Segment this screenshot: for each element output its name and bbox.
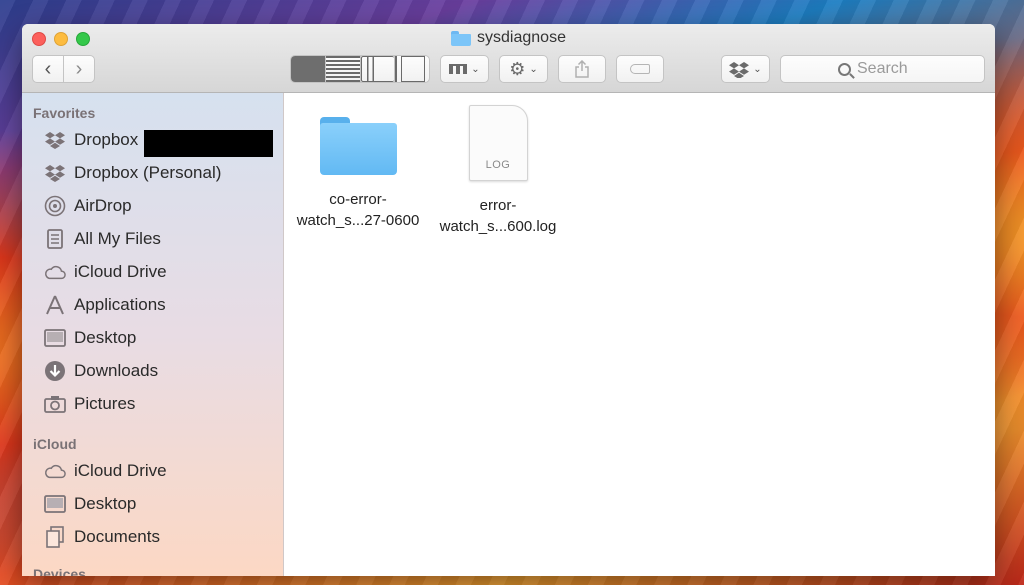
sidebar-item-label: Downloads [74, 361, 159, 380]
sidebar-item-pictures[interactable]: Pictures [44, 390, 135, 418]
folder-icon [319, 115, 397, 175]
sidebar-item-dropbox[interactable]: Dropbox [44, 126, 138, 154]
icon-view-icon [291, 56, 325, 82]
view-mode-segmented-control [290, 55, 430, 83]
coverflow-view-button[interactable] [395, 56, 429, 82]
sidebar-item-icloud-desktop[interactable]: Desktop [44, 490, 136, 518]
sidebar-item-label: AirDrop [74, 196, 132, 215]
dropbox-button[interactable]: ⌄ [721, 55, 770, 83]
icloud-header: iCloud [33, 436, 77, 452]
cloud-icon [44, 261, 66, 283]
favorites-header: Favorites [33, 105, 96, 121]
back-button[interactable]: ‹ [33, 56, 64, 82]
action-button[interactable]: ⚙ ⌄ [499, 55, 548, 83]
sidebar-item-label: Dropbox (Personal) [74, 163, 222, 182]
file-name-line2: watch_s...600.log [439, 218, 557, 235]
log-file-icon: LOG [468, 105, 528, 181]
sidebar-item-all-my-files[interactable]: All My Files [44, 225, 161, 253]
file-item-folder[interactable]: co-error- watch_s...27-0600 [288, 115, 428, 231]
forward-button[interactable]: › [64, 56, 94, 82]
share-button[interactable] [558, 55, 606, 83]
share-icon [575, 60, 589, 78]
arrange-button[interactable]: ⌄ [440, 55, 489, 83]
applications-icon [44, 294, 66, 316]
documents-icon [44, 526, 66, 548]
coverflow-view-icon [395, 56, 429, 82]
sidebar-item-label: Documents [74, 527, 160, 546]
all-files-icon [44, 228, 66, 250]
file-name-line1: co-error- [329, 191, 387, 208]
list-view-button[interactable] [325, 56, 361, 82]
icon-view-button[interactable] [291, 56, 326, 82]
search-input[interactable] [857, 60, 927, 78]
sidebar-item-icloud-drive-2[interactable]: iCloud Drive [44, 457, 167, 485]
airdrop-icon [44, 195, 66, 217]
sidebar-item-label: Dropbox [74, 130, 139, 149]
chevron-down-icon: ⌄ [471, 63, 480, 75]
arrange-icon [449, 64, 468, 74]
list-view-icon [325, 56, 360, 82]
log-badge: LOG [485, 159, 511, 171]
sidebar-item-label: Desktop [74, 328, 137, 347]
search-field[interactable] [780, 55, 985, 83]
desktop-icon [44, 327, 66, 349]
finder-window: sysdiagnose ‹ › ⌄ ⚙ ⌄ ⌄ Search Favorites… [22, 24, 995, 576]
window-title-text: sysdiagnose [477, 29, 566, 46]
cloud-icon [44, 460, 66, 482]
dropbox-icon [729, 61, 750, 78]
sidebar-item-desktop[interactable]: Desktop [44, 324, 136, 352]
titlebar: sysdiagnose ‹ › ⌄ ⚙ ⌄ ⌄ Search [22, 24, 995, 93]
tag-button[interactable] [616, 55, 664, 83]
sidebar-item-applications[interactable]: Applications [44, 291, 166, 319]
sidebar-item-label: Desktop [74, 494, 137, 513]
sidebar-item-icloud-documents[interactable]: Documents [44, 523, 160, 551]
search-icon [838, 62, 851, 76]
dropbox-icon [44, 162, 66, 184]
chevron-down-icon: ⌄ [753, 63, 762, 75]
file-browser-content: co-error- watch_s...27-0600 LOG error- w… [285, 93, 995, 576]
folder-icon [451, 30, 472, 46]
gear-icon: ⚙ [509, 58, 526, 79]
sidebar: Favorites Dropbox Dropbox (Personal) Air… [22, 93, 284, 576]
redacted-block [144, 130, 273, 157]
chevron-down-icon: ⌄ [529, 63, 538, 75]
window-title: sysdiagnose [22, 29, 995, 47]
sidebar-item-downloads[interactable]: Downloads [44, 357, 158, 385]
dropbox-icon [44, 129, 66, 151]
sidebar-item-label: iCloud Drive [74, 262, 167, 281]
sidebar-item-airdrop[interactable]: AirDrop [44, 192, 132, 220]
downloads-icon [44, 360, 66, 382]
devices-header: Devices [33, 566, 86, 576]
sidebar-item-label: All My Files [74, 229, 161, 248]
column-view-button[interactable] [360, 56, 396, 82]
sidebar-item-label: Applications [74, 295, 166, 314]
file-item-log[interactable]: LOG error- watch_s...600.log [428, 105, 568, 237]
sidebar-item-label: Pictures [74, 394, 136, 413]
sidebar-item-label: iCloud Drive [74, 461, 167, 480]
file-name-line2: watch_s...27-0600 [296, 212, 420, 229]
sidebar-item-icloud-drive[interactable]: iCloud Drive [44, 258, 167, 286]
desktop-icon [44, 493, 66, 515]
camera-icon [44, 393, 66, 415]
column-view-icon [360, 56, 395, 82]
tag-icon [630, 64, 650, 74]
navigation-buttons: ‹ › [32, 55, 95, 83]
file-name-line1: error- [479, 197, 517, 214]
sidebar-item-dropbox-personal[interactable]: Dropbox (Personal) [44, 159, 221, 187]
